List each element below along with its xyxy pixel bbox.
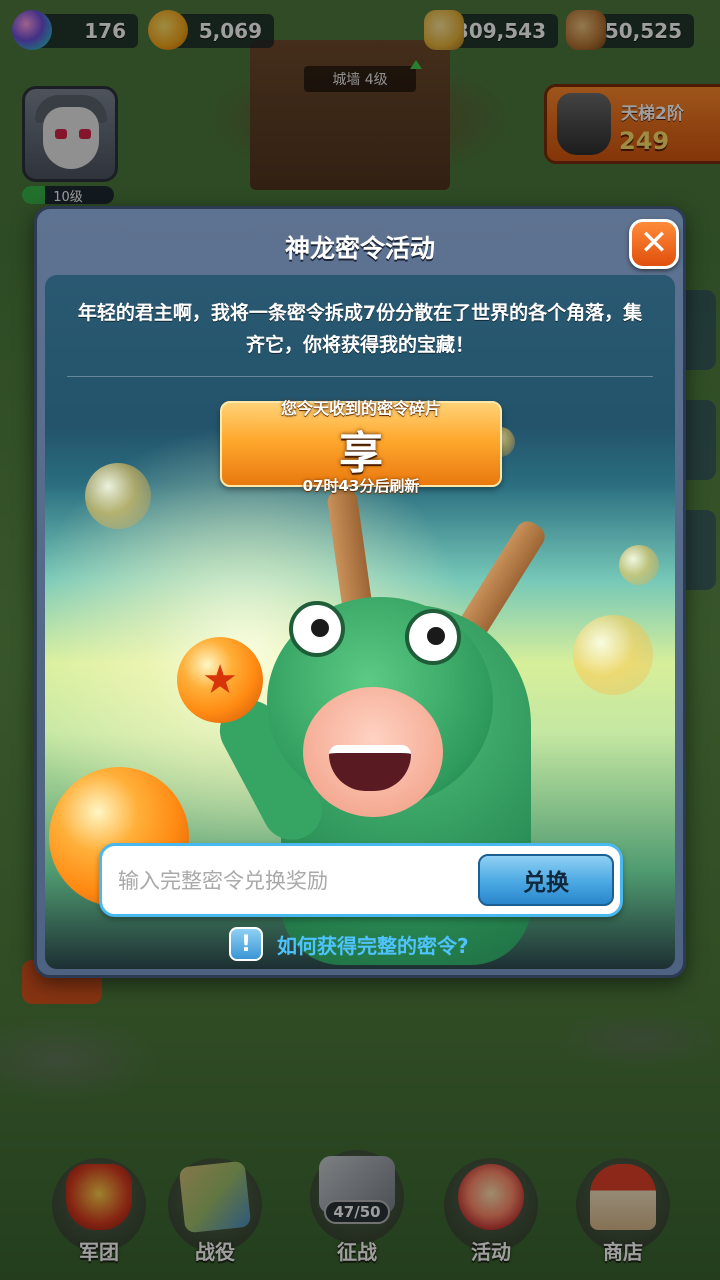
help-link-text: 如何获得完整的密令? (277, 933, 469, 958)
bubble (85, 463, 151, 529)
star-icon: ★ (202, 657, 238, 703)
bubble (573, 615, 653, 695)
dragon-eye (289, 601, 345, 657)
exclamation-icon: ! (229, 927, 263, 961)
fragment-label: 您今天收到的密令碎片 (280, 399, 441, 418)
close-icon: ✕ (639, 223, 669, 263)
bubble (619, 545, 659, 585)
refresh-timer: 07时43分后刷新 (302, 477, 420, 495)
close-button[interactable]: ✕ (629, 219, 679, 269)
code-input[interactable] (116, 858, 470, 904)
redeem-button[interactable]: 兑换 (478, 854, 614, 906)
dragon-code-dialog: 神龙密令活动 ✕ 年轻的君主啊，我将一条密令拆成7份分散在了世界的各个角落，集齐… (34, 206, 686, 978)
dialog-intro-text: 年轻的君主啊，我将一条密令拆成7份分散在了世界的各个角落，集齐它，你将获得我的宝… (77, 302, 643, 356)
dialog-title: 神龙密令活动 (284, 234, 435, 263)
help-link[interactable]: ! 如何获得完整的密令? (229, 925, 469, 963)
dialog-panel: 年轻的君主啊，我将一条密令拆成7份分散在了世界的各个角落，集齐它，你将获得我的宝… (45, 275, 675, 969)
dragon-ball-orb: ★ (177, 637, 263, 723)
fragment-character: 享 (339, 428, 383, 479)
code-input-container: 兑换 (99, 843, 623, 917)
dragon-eye (405, 609, 461, 665)
divider (67, 376, 653, 377)
